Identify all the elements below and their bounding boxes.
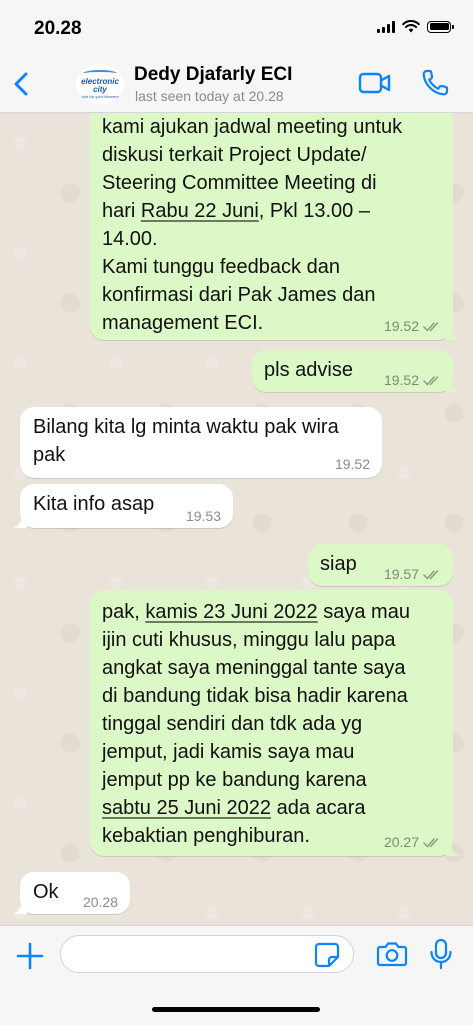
message-bubble-outgoing[interactable]: kami ajukan jadwal meeting untuk diskusi… — [90, 113, 460, 340]
date-line: sabtu 25 Juni 2022 ada acara — [102, 797, 366, 819]
message-time: 20.27 — [383, 834, 419, 850]
message-text: kami ajukan jadwal meeting untuk diskusi… — [102, 116, 403, 334]
voice-call-button[interactable] — [420, 68, 450, 98]
battery-icon — [427, 20, 454, 33]
message-time: 19.52 — [383, 318, 419, 334]
bubble-tail — [446, 326, 460, 340]
bubble-tail — [13, 900, 27, 914]
video-call-button[interactable] — [358, 70, 392, 96]
microphone-button[interactable] — [428, 938, 454, 970]
message-meta: 19.52 — [384, 372, 441, 388]
camera-icon — [376, 942, 408, 967]
message-text: pak, kamis 23 Juni 2022 saya mau ijin cu… — [102, 601, 410, 847]
message-bubble-incoming[interactable]: Bilang kita lg minta waktu pak wira pak … — [20, 407, 382, 478]
sticker-button[interactable] — [314, 942, 340, 968]
message-bubble-outgoing[interactable]: pls advise 19.52 — [252, 350, 460, 392]
bubble-tail — [446, 842, 460, 856]
chevron-left-icon — [14, 72, 28, 96]
logo-text-line2: city — [93, 84, 107, 94]
message-time: 19.52 — [383, 372, 419, 388]
camera-button[interactable] — [376, 940, 408, 968]
cellular-signal-icon — [377, 20, 395, 33]
contact-name[interactable]: Dedy Djafarly ECI — [134, 64, 292, 86]
bubble-tail — [446, 378, 460, 392]
message-input-bar — [0, 925, 473, 1025]
microphone-icon — [430, 938, 452, 970]
back-button[interactable] — [6, 64, 36, 104]
message-meta: 19.57 — [384, 566, 441, 582]
double-check-icon — [423, 321, 439, 332]
message-bubble-incoming[interactable]: Ok 20.28 — [13, 872, 130, 914]
message-meta: 20.28 — [83, 894, 118, 910]
double-check-icon — [423, 837, 439, 848]
contact-avatar[interactable]: electronic city Light Up your Moments — [76, 64, 124, 104]
wifi-icon — [402, 20, 420, 33]
message-bubble-outgoing[interactable]: siap 19.57 — [308, 544, 453, 586]
date-line: pak, kamis 23 Juni 2022 saya mau — [102, 601, 410, 623]
message-text: Bilang kita lg minta waktu pak wira pak — [33, 416, 339, 466]
message-time: 20.28 — [82, 894, 118, 910]
double-check-icon — [423, 375, 439, 386]
message-meta: 19.52 — [335, 456, 370, 472]
chat-header: electronic city Light Up your Moments De… — [0, 58, 473, 113]
chat-messages[interactable]: kami ajukan jadwal meeting untuk diskusi… — [0, 113, 473, 925]
message-meta: 20.27 — [384, 834, 441, 850]
date-link[interactable]: Rabu 22 Juni — [141, 200, 259, 222]
last-seen-status: last seen today at 20.28 — [135, 88, 284, 104]
date-link[interactable]: sabtu 25 Juni 2022 — [102, 797, 271, 819]
sticker-icon — [314, 942, 340, 968]
status-icons — [377, 20, 454, 33]
double-check-icon — [423, 569, 439, 580]
logo-arc — [83, 69, 117, 77]
phone-icon — [422, 69, 449, 96]
status-time: 20.28 — [34, 18, 82, 39]
message-input[interactable] — [60, 935, 354, 973]
home-indicator[interactable] — [152, 1007, 320, 1012]
message-time: 19.53 — [185, 508, 221, 524]
date-line: hari Rabu 22 Juni, Pkl 13.00 – — [102, 200, 370, 222]
logo-tagline: Light Up your Moments — [79, 93, 121, 99]
message-meta: 19.53 — [186, 508, 221, 524]
attach-button[interactable] — [14, 940, 46, 972]
message-bubble-incoming[interactable]: Kita info asap 19.53 — [13, 484, 233, 528]
message-bubble-outgoing[interactable]: pak, kamis 23 Juni 2022 saya mau ijin cu… — [90, 590, 460, 856]
status-bar: 20.28 — [0, 0, 473, 58]
message-time: 19.52 — [334, 456, 370, 472]
date-link[interactable]: kamis 23 Juni 2022 — [145, 601, 317, 623]
video-camera-icon — [358, 72, 391, 94]
message-meta: 19.52 — [384, 318, 441, 334]
bubble-tail — [13, 514, 27, 528]
message-time: 19.57 — [383, 566, 419, 582]
plus-icon — [16, 942, 44, 970]
